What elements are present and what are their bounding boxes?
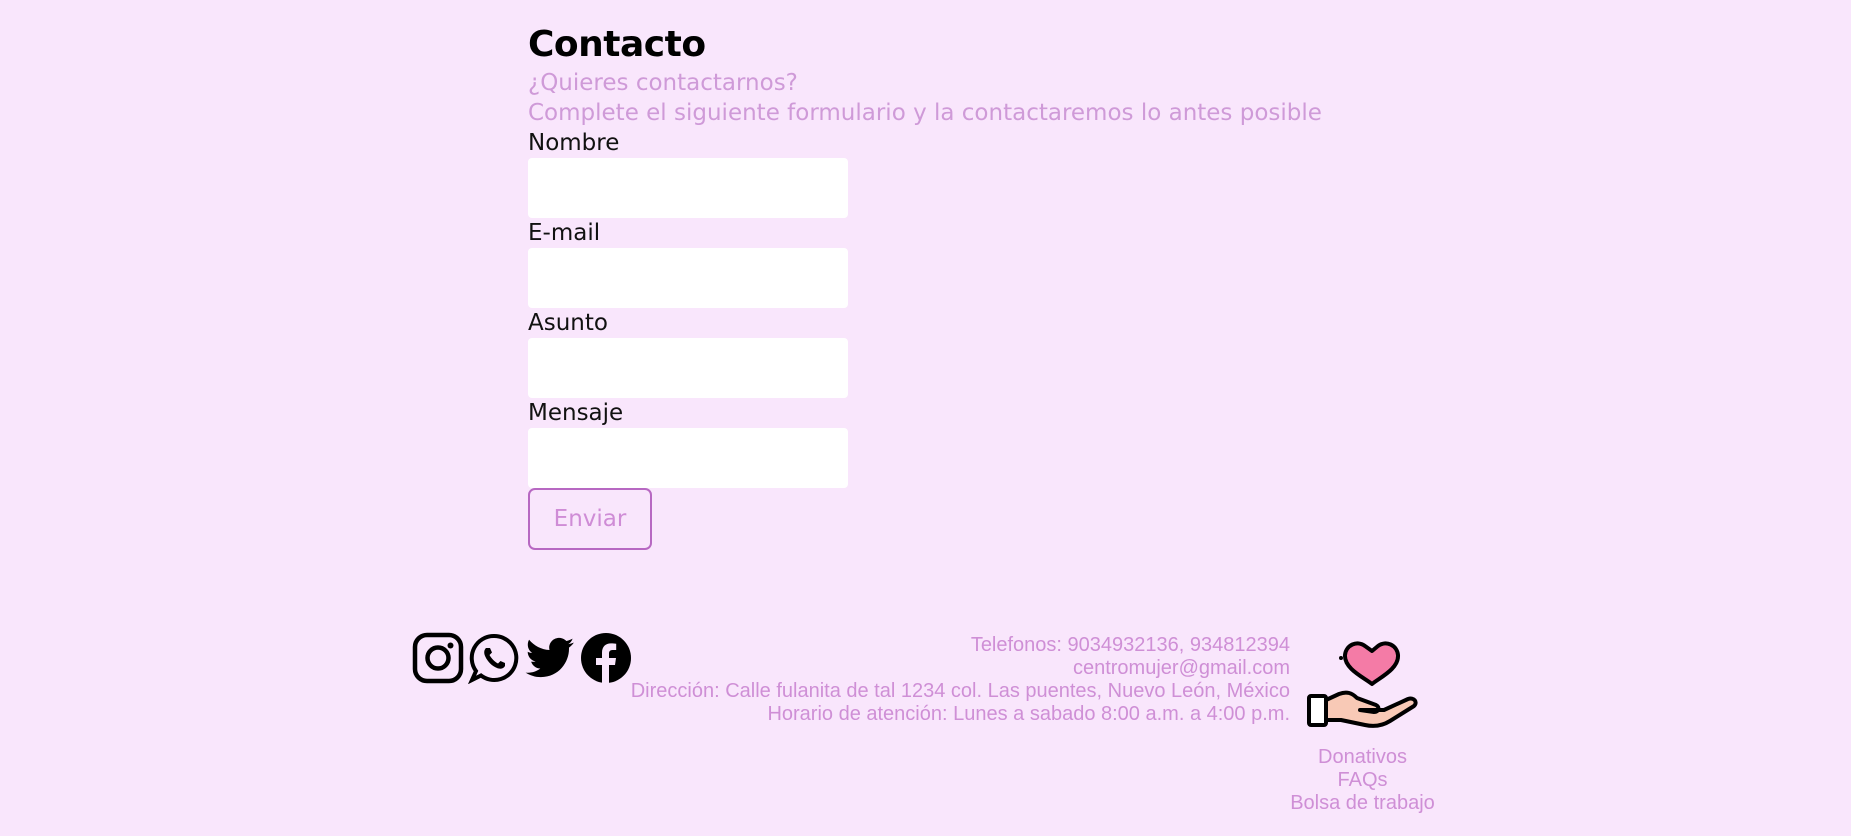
email-input[interactable] <box>528 248 848 308</box>
faqs-link[interactable]: FAQs <box>1280 769 1445 792</box>
address-text: Dirección: Calle fulanita de tal 1234 co… <box>630 680 1290 702</box>
footer-links: Donativos FAQs Bolsa de trabajo <box>1280 746 1445 815</box>
social-links <box>412 632 632 684</box>
job-board-link[interactable]: Bolsa de trabajo <box>1280 792 1445 815</box>
page-title: Contacto <box>528 24 706 65</box>
email-text: centromujer@gmail.com <box>1072 657 1290 679</box>
whatsapp-icon[interactable] <box>468 632 520 684</box>
contact-section: Contacto ¿Quieres contactarnos? Complete… <box>528 22 1428 550</box>
name-input[interactable] <box>528 158 848 218</box>
subject-label: Asunto <box>528 310 608 336</box>
contact-form: Nombre E-mail Asunto Mensaje Enviar <box>528 128 1428 550</box>
email-label: E-mail <box>528 220 601 246</box>
message-label: Mensaje <box>528 400 624 426</box>
name-label: Nombre <box>528 130 620 156</box>
instagram-icon[interactable] <box>412 632 464 684</box>
twitter-icon[interactable] <box>524 632 576 684</box>
contact-question: ¿Quieres contactarnos? <box>528 70 798 96</box>
facebook-icon[interactable] <box>580 632 632 684</box>
submit-button[interactable]: Enviar <box>528 488 652 550</box>
donations-link[interactable]: Donativos <box>1280 746 1445 769</box>
phones-text: Telefonos: 9034932136, 934812394 <box>970 634 1290 656</box>
message-input[interactable] <box>528 428 848 488</box>
contact-page: Contacto ¿Quieres contactarnos? Complete… <box>0 0 1851 836</box>
contact-description: Complete el siguiente formulario y la co… <box>528 100 1322 126</box>
heart-hand-icon <box>1307 641 1418 728</box>
subject-input[interactable] <box>528 338 848 398</box>
hours-text: Horario de atención: Lunes a sabado 8:00… <box>767 703 1290 725</box>
contact-info: Telefonos: 9034932136, 934812394 centrom… <box>631 634 1290 726</box>
